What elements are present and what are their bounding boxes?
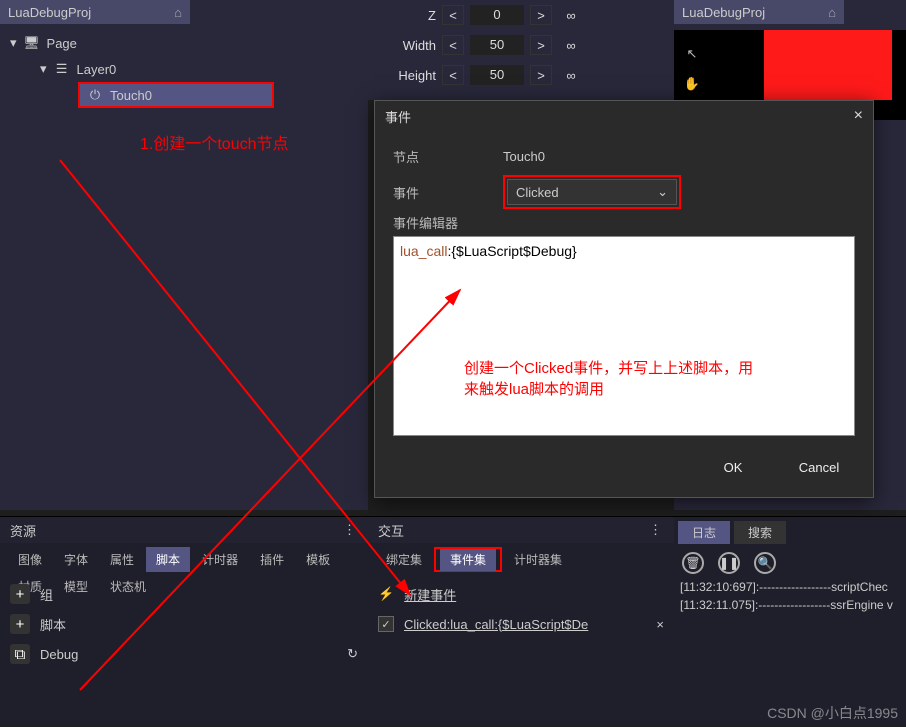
infinity-icon[interactable]: ∞: [558, 68, 584, 83]
code-fn: lua_call: [400, 243, 447, 259]
event-select[interactable]: Clicked ⌄: [507, 179, 677, 205]
more-icon[interactable]: ⋮: [343, 522, 358, 538]
resource-tab[interactable]: 图像: [8, 547, 52, 572]
power-icon: ⏻: [86, 86, 104, 104]
home-icon[interactable]: ⌂: [174, 5, 182, 20]
properties-strip: Z < 0 > ∞ Width < 50 > ∞ Height < 50 > ∞: [368, 0, 674, 100]
tree-label: Layer0: [77, 62, 117, 77]
search-icon[interactable]: 🔍: [754, 552, 776, 574]
tree-label: Touch0: [110, 88, 152, 103]
refresh-icon[interactable]: ↻: [347, 646, 358, 662]
increment-button[interactable]: >: [530, 5, 552, 25]
resource-tab[interactable]: 模板: [296, 547, 340, 572]
pause-icon[interactable]: ❚❚: [718, 552, 740, 574]
decrement-button[interactable]: <: [442, 5, 464, 25]
infinity-icon[interactable]: ∞: [558, 8, 584, 23]
node-value: Touch0: [503, 149, 545, 164]
hierarchy-tree: ▾ 🖥 Page ▾ ☰ Layer0 ⏻ Touch0: [0, 24, 368, 114]
event-entry-row[interactable]: ✓ Clicked:lua_call:{$LuaScript$De ×: [378, 609, 664, 639]
resource-tab[interactable]: 计时器: [192, 547, 248, 572]
tree-row-touch[interactable]: ⏻ Touch0: [78, 82, 274, 108]
hand-tool-icon[interactable]: ✋: [680, 72, 704, 96]
checkbox-icon[interactable]: ✓: [378, 616, 394, 632]
prop-value-z[interactable]: 0: [470, 5, 524, 25]
event-select-value: Clicked: [516, 185, 559, 200]
clear-icon[interactable]: 🗑: [682, 552, 704, 574]
resource-item-debug[interactable]: ⧉ Debug ↻: [10, 639, 358, 669]
project-tab-left[interactable]: LuaDebugProj ⌂: [0, 0, 190, 24]
event-editor[interactable]: lua_call:{$LuaScript$Debug} 创建一个Clicked事…: [393, 236, 855, 436]
resource-tab[interactable]: 字体: [54, 547, 98, 572]
prop-value-width[interactable]: 50: [470, 35, 524, 55]
more-icon[interactable]: ⋮: [649, 522, 664, 538]
log-tab[interactable]: 日志: [678, 521, 730, 544]
resource-tab[interactable]: 模型: [54, 574, 98, 599]
lightning-icon: ⚡: [378, 586, 394, 602]
monitor-icon: 🖥: [23, 34, 41, 52]
decrement-button[interactable]: <: [442, 65, 464, 85]
annotation-2a: 创建一个Clicked事件，并写上上述脚本，用: [464, 357, 753, 378]
event-label: 事件: [393, 183, 503, 202]
ok-button[interactable]: OK: [703, 460, 763, 475]
cancel-button[interactable]: Cancel: [789, 460, 849, 475]
prop-value-height[interactable]: 50: [470, 65, 524, 85]
close-icon[interactable]: ×: [854, 107, 863, 125]
resource-tab[interactable]: 插件: [250, 547, 294, 572]
layers-icon: ☰: [53, 60, 71, 78]
tree-row-layer[interactable]: ▾ ☰ Layer0: [0, 56, 368, 82]
add-icon[interactable]: +: [10, 584, 30, 604]
project-name: LuaDebugProj: [682, 5, 765, 20]
editor-label: 事件编辑器: [393, 213, 855, 232]
preview-element[interactable]: [764, 30, 892, 100]
chevron-down-icon: ⌄: [657, 184, 668, 200]
log-panel: 日志 搜索 🗑 ❚❚ 🔍 [11:32:10:697]:------------…: [674, 516, 906, 726]
log-line: [11:32:11.075]:------------------ssrEngi…: [674, 596, 906, 614]
resource-item-script[interactable]: + 脚本: [10, 609, 358, 639]
event-dialog: 事件 × 节点 Touch0 事件 Clicked ⌄ 事件编辑器 lua_ca…: [374, 100, 874, 498]
interact-tab[interactable]: 事件集: [440, 549, 496, 571]
dialog-title: 事件: [385, 107, 411, 126]
item-label: 组: [40, 585, 53, 604]
script-file-icon: ⧉: [10, 644, 30, 664]
watermark: CSDN @小白点1995: [767, 703, 898, 723]
prop-label-height: Height: [368, 68, 436, 83]
annotation-2b: 来触发lua脚本的调用: [464, 378, 753, 399]
node-label: 节点: [393, 147, 503, 166]
home-icon[interactable]: ⌂: [828, 5, 836, 20]
increment-button[interactable]: >: [530, 65, 552, 85]
prop-label-width: Width: [368, 38, 436, 53]
panel-title: 交互: [378, 521, 404, 540]
resources-panel: 资源 ⋮ 图像字体属性脚本计时器插件模板材质模型状态机 + 组 + 脚本 ⧉ D…: [0, 516, 368, 726]
search-tab[interactable]: 搜索: [734, 521, 786, 544]
decrement-button[interactable]: <: [442, 35, 464, 55]
add-icon[interactable]: +: [10, 614, 30, 634]
caret-icon: ▾: [10, 35, 17, 51]
tree-row-page[interactable]: ▾ 🖥 Page: [0, 30, 368, 56]
item-label: Debug: [40, 647, 78, 662]
new-event-row[interactable]: ⚡ 新建事件: [378, 579, 664, 609]
infinity-icon[interactable]: ∞: [558, 38, 584, 53]
project-tab-right[interactable]: LuaDebugProj ⌂: [674, 0, 844, 24]
caret-icon: ▾: [40, 61, 47, 77]
item-label: 脚本: [40, 615, 66, 634]
resource-tab[interactable]: 属性: [100, 547, 144, 572]
project-name: LuaDebugProj: [8, 5, 91, 20]
code-rest: :{$LuaScript$Debug}: [447, 243, 576, 259]
log-line: [11:32:10:697]:------------------scriptC…: [674, 578, 906, 596]
interaction-panel: 交互 ⋮ 绑定集事件集计时器集 ⚡ 新建事件 ✓ Clicked:lua_cal…: [368, 516, 674, 726]
increment-button[interactable]: >: [530, 35, 552, 55]
event-entry-label: Clicked:lua_call:{$LuaScript$De: [404, 617, 588, 632]
tree-label: Page: [47, 36, 77, 51]
new-event-label: 新建事件: [404, 585, 456, 604]
interact-tab[interactable]: 绑定集: [376, 547, 432, 572]
resource-tab[interactable]: 状态机: [100, 574, 156, 599]
prop-label-z: Z: [368, 8, 436, 23]
resource-tab[interactable]: 脚本: [146, 547, 190, 572]
panel-title: 资源: [10, 521, 36, 540]
pointer-tool-icon[interactable]: ↖: [680, 42, 704, 66]
delete-icon[interactable]: ×: [656, 617, 664, 632]
interact-tab[interactable]: 计时器集: [504, 547, 572, 572]
